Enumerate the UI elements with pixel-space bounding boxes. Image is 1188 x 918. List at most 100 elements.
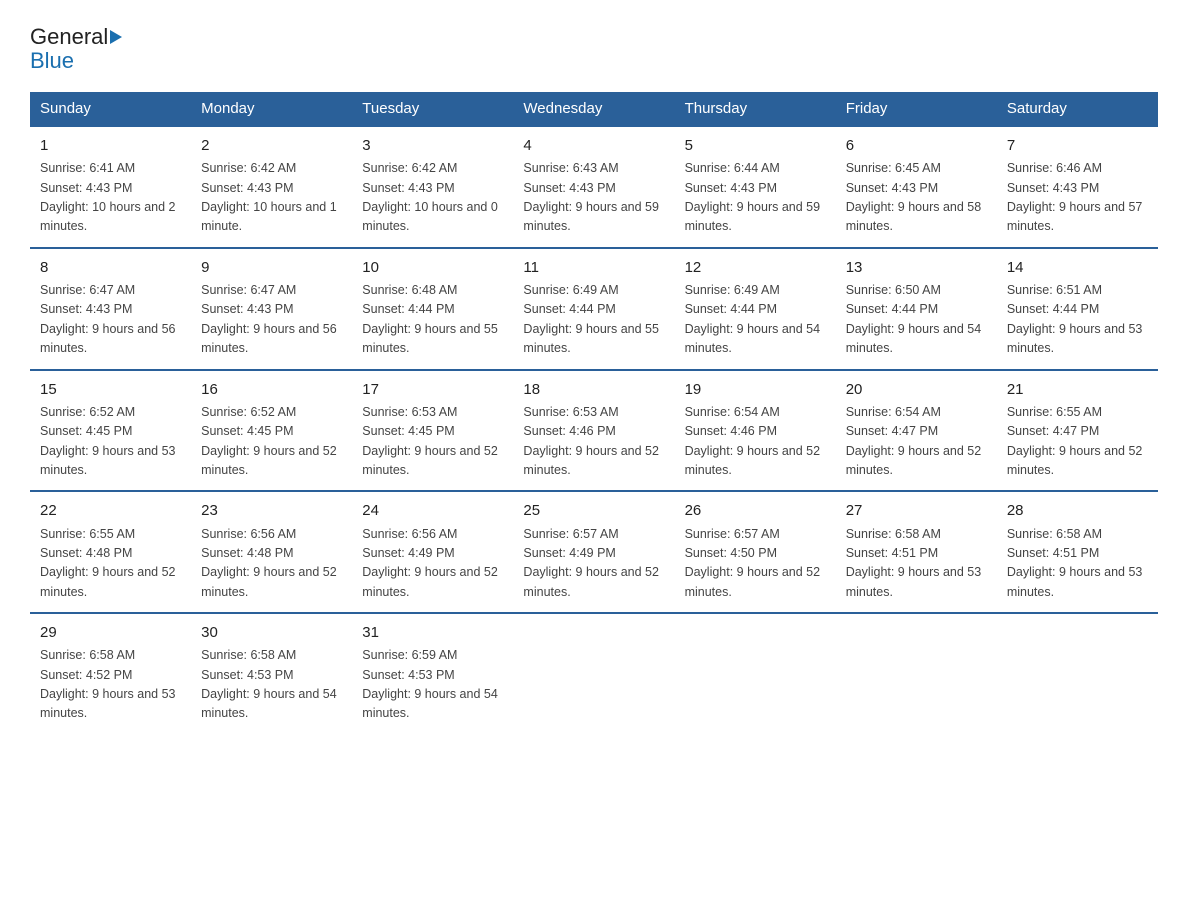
day-cell-11: 11 Sunrise: 6:49 AMSunset: 4:44 PMDayligh… [513, 248, 674, 370]
day-info: Sunrise: 6:46 AMSunset: 4:43 PMDaylight:… [1007, 161, 1143, 233]
day-number: 26 [685, 499, 826, 522]
day-info: Sunrise: 6:50 AMSunset: 4:44 PMDaylight:… [846, 283, 982, 355]
day-info: Sunrise: 6:51 AMSunset: 4:44 PMDaylight:… [1007, 283, 1143, 355]
day-cell-31: 31Sunrise: 6:59 AMSunset: 4:53 PMDayligh… [352, 613, 513, 734]
day-number: 18 [523, 378, 664, 401]
empty-cell [675, 613, 836, 734]
day-info: Sunrise: 6:56 AMSunset: 4:49 PMDaylight:… [362, 527, 498, 599]
day-cell-30: 30Sunrise: 6:58 AMSunset: 4:53 PMDayligh… [191, 613, 352, 734]
day-number: 27 [846, 499, 987, 522]
day-cell-28: 28 Sunrise: 6:58 AMSunset: 4:51 PMDayligh… [997, 491, 1158, 613]
day-number: 25 [523, 499, 664, 522]
day-cell-25: 25Sunrise: 6:57 AMSunset: 4:49 PMDayligh… [513, 491, 674, 613]
day-info: Sunrise: 6:42 AMSunset: 4:43 PMDaylight:… [201, 161, 337, 233]
empty-cell [513, 613, 674, 734]
day-cell-26: 26 Sunrise: 6:57 AMSunset: 4:50 PMDayligh… [675, 491, 836, 613]
day-cell-2: 2 Sunrise: 6:42 AMSunset: 4:43 PMDaylight… [191, 126, 352, 248]
day-cell-9: 9 Sunrise: 6:47 AMSunset: 4:43 PMDaylight… [191, 248, 352, 370]
day-cell-7: 7 Sunrise: 6:46 AMSunset: 4:43 PMDaylight… [997, 126, 1158, 248]
day-cell-18: 18 Sunrise: 6:53 AMSunset: 4:46 PMDayligh… [513, 370, 674, 492]
day-cell-14: 14 Sunrise: 6:51 AMSunset: 4:44 PMDayligh… [997, 248, 1158, 370]
day-info: Sunrise: 6:52 AMSunset: 4:45 PMDaylight:… [201, 405, 337, 477]
day-info: Sunrise: 6:54 AMSunset: 4:46 PMDaylight:… [685, 405, 821, 477]
day-number: 9 [201, 256, 342, 279]
day-cell-10: 10 Sunrise: 6:48 AMSunset: 4:44 PMDayligh… [352, 248, 513, 370]
day-number: 15 [40, 378, 181, 401]
empty-cell [997, 613, 1158, 734]
logo-general-text: General [30, 24, 108, 50]
day-cell-22: 22 Sunrise: 6:55 AMSunset: 4:48 PMDayligh… [30, 491, 191, 613]
day-info: Sunrise: 6:42 AMSunset: 4:43 PMDaylight:… [362, 161, 498, 233]
day-number: 14 [1007, 256, 1148, 279]
day-number: 23 [201, 499, 342, 522]
day-number: 17 [362, 378, 503, 401]
logo-area: General Blue [30, 24, 124, 74]
day-number: 8 [40, 256, 181, 279]
day-number: 24 [362, 499, 503, 522]
calendar-table: SundayMondayTuesdayWednesdayThursdayFrid… [30, 92, 1158, 734]
day-cell-15: 15 Sunrise: 6:52 AMSunset: 4:45 PMDayligh… [30, 370, 191, 492]
day-number: 6 [846, 134, 987, 157]
day-number: 31 [362, 621, 503, 644]
day-info: Sunrise: 6:44 AMSunset: 4:43 PMDaylight:… [685, 161, 821, 233]
day-cell-3: 3 Sunrise: 6:42 AMSunset: 4:43 PMDaylight… [352, 126, 513, 248]
day-cell-4: 4 Sunrise: 6:43 AMSunset: 4:43 PMDaylight… [513, 126, 674, 248]
day-number: 13 [846, 256, 987, 279]
day-info: Sunrise: 6:57 AMSunset: 4:50 PMDaylight:… [685, 527, 821, 599]
day-number: 28 [1007, 499, 1148, 522]
day-number: 11 [523, 256, 664, 279]
week-row-3: 15 Sunrise: 6:52 AMSunset: 4:45 PMDayligh… [30, 370, 1158, 492]
day-info: Sunrise: 6:58 AMSunset: 4:53 PMDaylight:… [201, 648, 337, 720]
day-info: Sunrise: 6:54 AMSunset: 4:47 PMDaylight:… [846, 405, 982, 477]
day-number: 19 [685, 378, 826, 401]
weekday-header-row: SundayMondayTuesdayWednesdayThursdayFrid… [30, 92, 1158, 126]
day-info: Sunrise: 6:48 AMSunset: 4:44 PMDaylight:… [362, 283, 498, 355]
day-info: Sunrise: 6:45 AMSunset: 4:43 PMDaylight:… [846, 161, 982, 233]
week-row-5: 29 Sunrise: 6:58 AMSunset: 4:52 PMDayligh… [30, 613, 1158, 734]
day-number: 20 [846, 378, 987, 401]
day-cell-17: 17Sunrise: 6:53 AMSunset: 4:45 PMDayligh… [352, 370, 513, 492]
weekday-header-sunday: Sunday [30, 92, 191, 126]
day-cell-29: 29 Sunrise: 6:58 AMSunset: 4:52 PMDayligh… [30, 613, 191, 734]
day-info: Sunrise: 6:58 AMSunset: 4:51 PMDaylight:… [1007, 527, 1143, 599]
day-number: 12 [685, 256, 826, 279]
day-number: 16 [201, 378, 342, 401]
day-info: Sunrise: 6:58 AMSunset: 4:51 PMDaylight:… [846, 527, 982, 599]
weekday-header-saturday: Saturday [997, 92, 1158, 126]
day-info: Sunrise: 6:52 AMSunset: 4:45 PMDaylight:… [40, 405, 176, 477]
day-number: 7 [1007, 134, 1148, 157]
day-info: Sunrise: 6:56 AMSunset: 4:48 PMDaylight:… [201, 527, 337, 599]
day-cell-8: 8 Sunrise: 6:47 AMSunset: 4:43 PMDaylight… [30, 248, 191, 370]
day-number: 22 [40, 499, 181, 522]
logo-blue-line: Blue [30, 48, 74, 74]
day-number: 3 [362, 134, 503, 157]
weekday-header-wednesday: Wednesday [513, 92, 674, 126]
day-info: Sunrise: 6:41 AMSunset: 4:43 PMDaylight:… [40, 161, 176, 233]
weekday-header-friday: Friday [836, 92, 997, 126]
day-info: Sunrise: 6:47 AMSunset: 4:43 PMDaylight:… [40, 283, 176, 355]
day-number: 29 [40, 621, 181, 644]
day-number: 10 [362, 256, 503, 279]
day-number: 21 [1007, 378, 1148, 401]
day-number: 4 [523, 134, 664, 157]
day-info: Sunrise: 6:53 AMSunset: 4:46 PMDaylight:… [523, 405, 659, 477]
day-cell-27: 27 Sunrise: 6:58 AMSunset: 4:51 PMDayligh… [836, 491, 997, 613]
day-cell-24: 24 Sunrise: 6:56 AMSunset: 4:49 PMDayligh… [352, 491, 513, 613]
day-cell-19: 19 Sunrise: 6:54 AMSunset: 4:46 PMDayligh… [675, 370, 836, 492]
weekday-header-thursday: Thursday [675, 92, 836, 126]
day-info: Sunrise: 6:47 AMSunset: 4:43 PMDaylight:… [201, 283, 337, 355]
day-number: 5 [685, 134, 826, 157]
day-info: Sunrise: 6:58 AMSunset: 4:52 PMDaylight:… [40, 648, 176, 720]
day-info: Sunrise: 6:49 AMSunset: 4:44 PMDaylight:… [523, 283, 659, 355]
weekday-header-tuesday: Tuesday [352, 92, 513, 126]
day-cell-20: 20 Sunrise: 6:54 AMSunset: 4:47 PMDayligh… [836, 370, 997, 492]
day-info: Sunrise: 6:55 AMSunset: 4:48 PMDaylight:… [40, 527, 176, 599]
logo: General [30, 24, 124, 50]
day-number: 2 [201, 134, 342, 157]
day-info: Sunrise: 6:43 AMSunset: 4:43 PMDaylight:… [523, 161, 659, 233]
day-cell-13: 13 Sunrise: 6:50 AMSunset: 4:44 PMDayligh… [836, 248, 997, 370]
day-cell-1: 1Sunrise: 6:41 AMSunset: 4:43 PMDaylight… [30, 126, 191, 248]
logo-arrow-icon [110, 30, 122, 44]
header: General Blue [30, 24, 1158, 74]
week-row-2: 8 Sunrise: 6:47 AMSunset: 4:43 PMDaylight… [30, 248, 1158, 370]
